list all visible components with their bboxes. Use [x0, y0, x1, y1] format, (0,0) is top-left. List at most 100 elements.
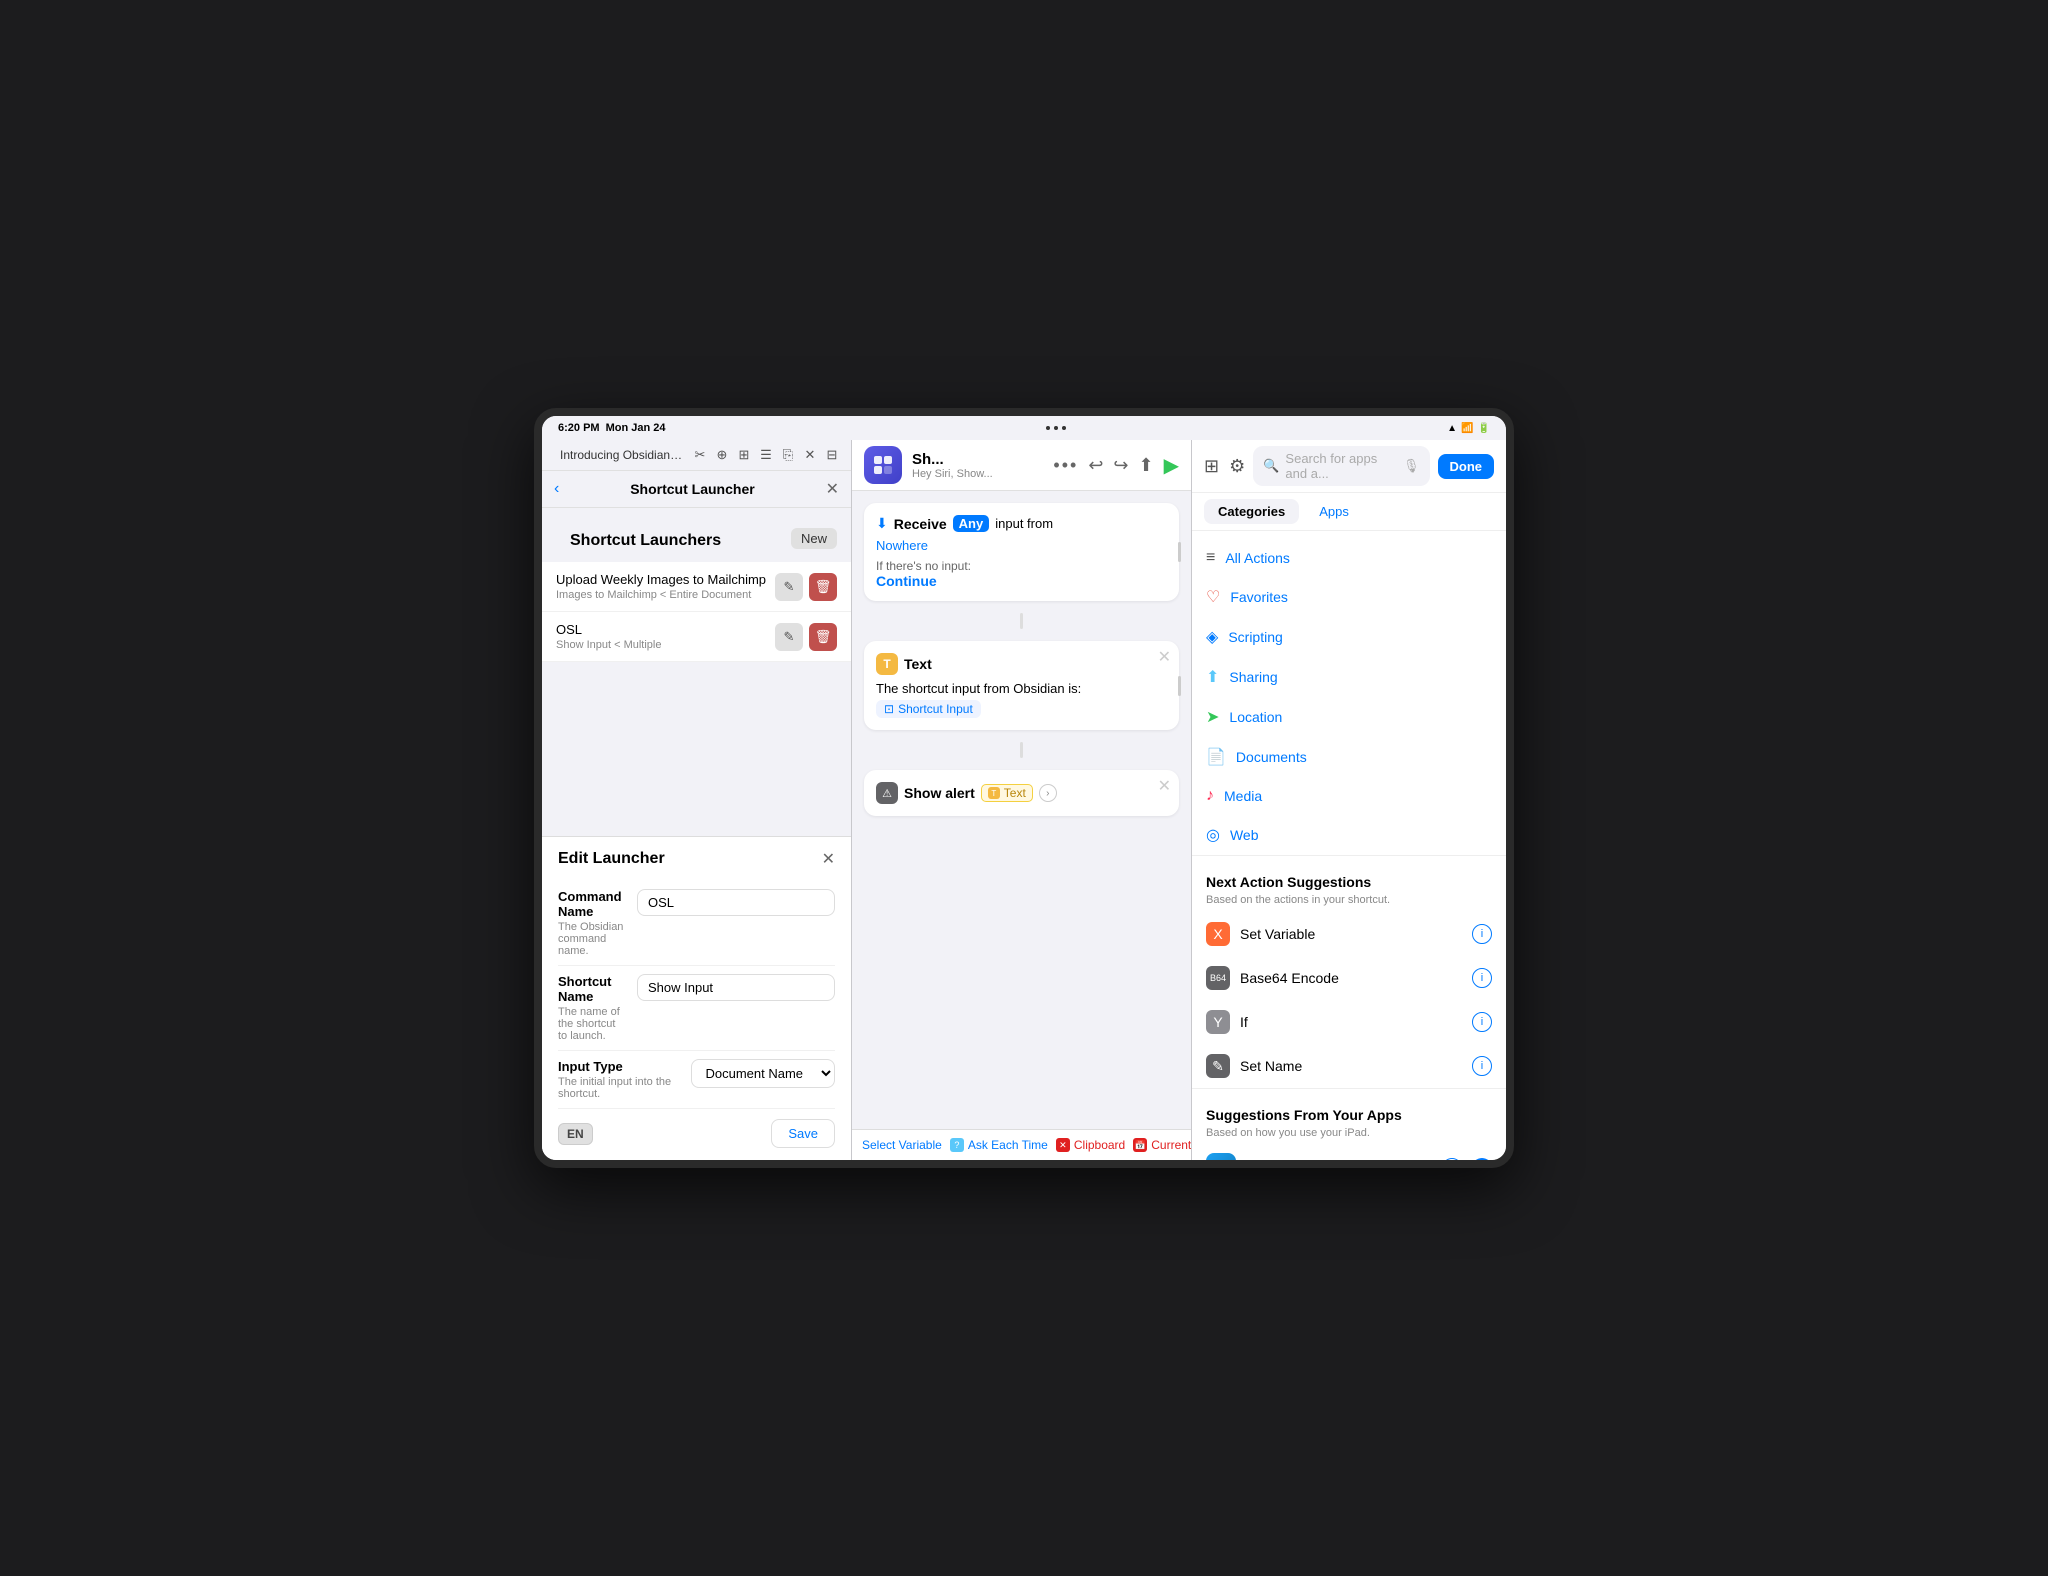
suggestion-if[interactable]: Y If i: [1192, 1000, 1506, 1044]
set-name-info[interactable]: i: [1472, 1056, 1492, 1076]
shortcut-input-badge[interactable]: ⊡ Shortcut Input: [876, 700, 981, 718]
drag-line-1: [1020, 613, 1023, 629]
web-icon: ◎: [1206, 825, 1220, 845]
documents-label: Documents: [1236, 749, 1492, 765]
chevron-circle[interactable]: ›: [1039, 784, 1057, 802]
add-action-button[interactable]: ⊞: [1204, 456, 1219, 477]
base64-info[interactable]: i: [1472, 968, 1492, 988]
save-button[interactable]: Save: [771, 1119, 835, 1148]
delete-button-1[interactable]: 🗑: [809, 623, 837, 651]
resize-handle[interactable]: [1178, 542, 1181, 562]
suggestion-base64[interactable]: B64 Base64 Encode i: [1192, 956, 1506, 1000]
text-card-remove[interactable]: ✕: [1158, 647, 1171, 667]
tweetbot-info[interactable]: i: [1442, 1158, 1462, 1160]
shortcut-name: Sh...: [912, 451, 1043, 468]
select-variable[interactable]: Select Variable: [862, 1138, 942, 1152]
menu-toolbar-icon[interactable]: ☰: [757, 446, 775, 464]
filter-button[interactable]: ⚙: [1229, 456, 1245, 477]
shortcut-name-sublabel: The name of the shortcut to launch.: [558, 1006, 627, 1042]
set-variable-icon: X: [1206, 922, 1230, 946]
command-name-input[interactable]: [637, 889, 835, 916]
edit-button-0[interactable]: ✎: [775, 573, 803, 601]
location-label: Location: [1229, 709, 1492, 725]
new-button[interactable]: New: [791, 528, 837, 549]
current-date-var[interactable]: 📅 Current Date: [1133, 1138, 1191, 1152]
grid-toolbar-icon[interactable]: ⊞: [735, 446, 753, 464]
if-info[interactable]: i: [1472, 1012, 1492, 1032]
back-button[interactable]: ‹: [554, 480, 559, 498]
text-card-icon: T: [876, 653, 898, 675]
copy-toolbar-icon[interactable]: ⎘: [779, 446, 797, 464]
undo-button[interactable]: ↩: [1088, 455, 1103, 476]
add-toolbar-icon[interactable]: ⊕: [713, 446, 731, 464]
play-button[interactable]: ▶: [1164, 453, 1179, 478]
mic-icon[interactable]: 🎙: [1403, 458, 1420, 474]
alert-card-remove[interactable]: ✕: [1158, 776, 1171, 796]
tab-categories[interactable]: Categories: [1204, 499, 1299, 524]
section-title: Shortcut Launcher: [630, 481, 754, 497]
text-card: ✕ T Text The shortcut input from Obsidia…: [864, 641, 1179, 730]
close-toolbar-icon[interactable]: ✕: [801, 446, 819, 464]
clipboard-var[interactable]: ✕ Clipboard: [1056, 1138, 1125, 1152]
sharing-icon: ⬆: [1206, 667, 1219, 687]
shortcut-app-icon: [864, 446, 902, 484]
ask-each-time[interactable]: ? Ask Each Time: [950, 1138, 1048, 1152]
category-scripting[interactable]: ◈ Scripting: [1192, 617, 1506, 657]
right-top-bar: ⊞ ⚙ 🔍 Search for apps and a... 🎙 Done: [1192, 440, 1506, 493]
share-toolbar-icon[interactable]: ✂: [691, 446, 709, 464]
category-tabs: Categories Apps: [1192, 493, 1506, 531]
text-resize-handle[interactable]: [1178, 676, 1181, 696]
close-button[interactable]: ✕: [826, 479, 839, 499]
receive-card: ⬇ Receive Any input from Nowhere If ther…: [864, 503, 1179, 601]
text-badge[interactable]: T Text: [981, 784, 1033, 802]
left-top-bar: Introducing Obsidian Shortcut Launcl ✂ ⊕…: [542, 440, 851, 471]
ask-each-time-label: Ask Each Time: [968, 1138, 1048, 1152]
edit-button-1[interactable]: ✎: [775, 623, 803, 651]
alert-card: ✕ ⚠ Show alert T Text ›: [864, 770, 1179, 816]
media-label: Media: [1224, 788, 1492, 804]
nowhere-dropdown[interactable]: Nowhere: [876, 538, 1167, 553]
item-sub-0: Images to Mailchimp < Entire Document: [556, 589, 767, 601]
redo-button[interactable]: ↪: [1113, 455, 1128, 476]
edit-launcher-title: Edit Launcher: [558, 850, 665, 868]
language-badge[interactable]: EN: [558, 1123, 593, 1145]
receive-any-badge[interactable]: Any: [953, 515, 990, 532]
if-label: If: [1240, 1014, 1462, 1030]
suggestion-set-variable[interactable]: X Set Variable i: [1192, 912, 1506, 956]
category-sharing[interactable]: ⬆ Sharing: [1192, 657, 1506, 697]
input-type-select[interactable]: Document Name Multiple None: [691, 1059, 836, 1088]
favorites-label: Favorites: [1230, 589, 1492, 605]
tweetbot-add[interactable]: +: [1472, 1158, 1492, 1160]
category-media[interactable]: ♪ Media: [1192, 777, 1506, 815]
table-toolbar-icon[interactable]: ⊟: [823, 446, 841, 464]
actions-list[interactable]: ≡ All Actions ♡ Favorites ◈ Scripting ⬆ …: [1192, 531, 1506, 1160]
signal-icon: ▲: [1447, 423, 1457, 434]
category-all-actions[interactable]: ≡ All Actions: [1192, 539, 1506, 577]
text-card-title: Text: [904, 656, 932, 672]
shortcut-actions-area[interactable]: ⬇ Receive Any input from Nowhere If ther…: [852, 491, 1191, 1129]
delete-button-0[interactable]: 🗑: [809, 573, 837, 601]
continue-button[interactable]: Continue: [876, 573, 1167, 589]
edit-launcher-close[interactable]: ✕: [822, 849, 835, 869]
edit-launcher-panel: Edit Launcher ✕ Command Name The Obsidia…: [542, 836, 851, 1160]
category-location[interactable]: ➤ Location: [1192, 697, 1506, 737]
suggestion-open-tweetbot[interactable]: 🐦 Open Tweetbot i +: [1192, 1145, 1506, 1160]
shortcut-top-bar: Sh... Hey Siri, Show... ••• ↩ ↪ ⬆ ▶: [852, 440, 1191, 491]
suggestion-set-name[interactable]: ✎ Set Name i: [1192, 1044, 1506, 1088]
item-sub-1: Show Input < Multiple: [556, 639, 767, 651]
time: 6:20 PM: [558, 422, 600, 434]
search-box[interactable]: 🔍 Search for apps and a... 🎙: [1253, 446, 1429, 486]
tab-apps[interactable]: Apps: [1305, 499, 1363, 524]
main-area: Introducing Obsidian Shortcut Launcl ✂ ⊕…: [542, 440, 1506, 1160]
category-web[interactable]: ◎ Web: [1192, 815, 1506, 855]
done-button[interactable]: Done: [1438, 454, 1495, 479]
app-suggestions-section: Suggestions From Your Apps Based on how …: [1192, 1088, 1506, 1160]
input-type-row: Input Type The initial input into the sh…: [558, 1051, 835, 1109]
set-variable-info[interactable]: i: [1472, 924, 1492, 944]
shortcut-name-input[interactable]: [637, 974, 835, 1001]
category-favorites[interactable]: ♡ Favorites: [1192, 577, 1506, 617]
more-options-button[interactable]: •••: [1053, 455, 1078, 476]
category-documents[interactable]: 📄 Documents: [1192, 737, 1506, 777]
share-button[interactable]: ⬆: [1139, 455, 1154, 476]
shortcuts-label: Shortcut Launchers: [556, 518, 735, 558]
